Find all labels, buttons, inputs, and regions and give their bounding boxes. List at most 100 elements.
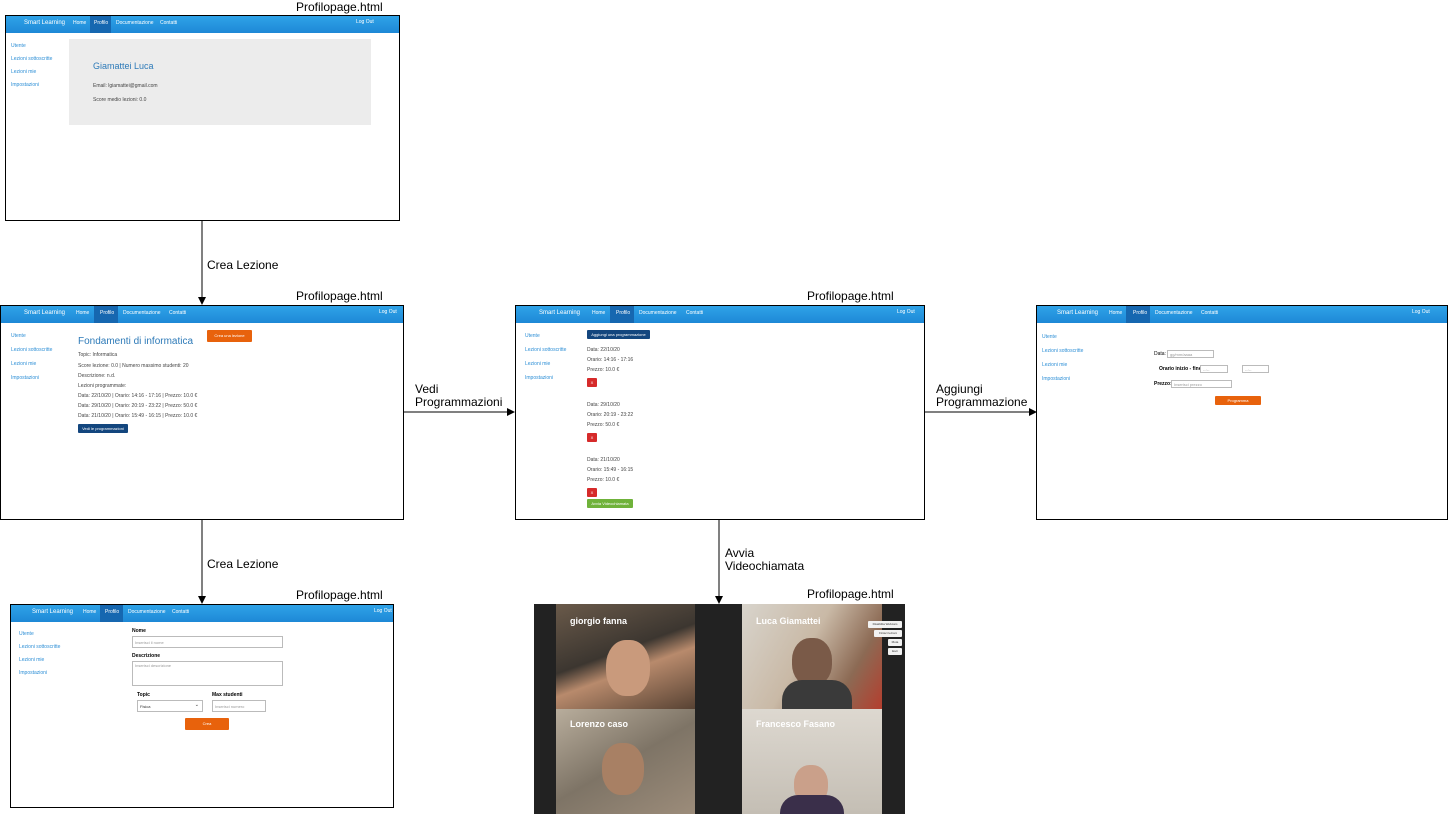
nav-docs[interactable]: Documentazione <box>116 20 154 27</box>
screen-add-schedule: Smart Learning Home Profilo Documentazio… <box>1036 305 1448 520</box>
nav-docs[interactable]: Documentazione <box>1155 310 1193 317</box>
price-input[interactable]: Inserisci prezzo <box>1171 380 1232 388</box>
nav-logout[interactable]: Log Out <box>374 608 392 615</box>
brand[interactable]: Smart Learning <box>24 310 65 317</box>
brand[interactable]: Smart Learning <box>1057 310 1098 317</box>
nome-input[interactable]: Inserisci il nome <box>132 636 283 648</box>
nav-profilo[interactable]: Profilo <box>1133 310 1147 317</box>
delete-schedule-button[interactable]: X <box>587 378 597 387</box>
sidebar-item-utente[interactable]: Utente <box>19 631 34 638</box>
nav-home[interactable]: Home <box>83 609 96 616</box>
nav-logout[interactable]: Log Out <box>379 309 397 316</box>
sidebar-item-lezioni-sottoscritte[interactable]: Lezioni sottoscritte <box>11 56 52 63</box>
sidebar-item-lezioni-sottoscritte[interactable]: Lezioni sottoscritte <box>525 347 566 354</box>
end-time-input[interactable]: --:-- <box>1242 365 1269 373</box>
submit-schedule-button[interactable]: Programma <box>1215 396 1261 405</box>
topic-select[interactable]: Fisica ⌄ <box>137 700 203 712</box>
nav-docs[interactable]: Documentazione <box>128 609 166 616</box>
sidebar-item-impostazioni[interactable]: Impostazioni <box>19 670 47 677</box>
nav-profilo[interactable]: Profilo <box>616 310 630 317</box>
participant-face <box>792 638 832 686</box>
nav-logout[interactable]: Log Out <box>356 19 374 26</box>
nome-label: Nome <box>132 628 146 634</box>
nav-contatti[interactable]: Contatti <box>1201 310 1218 317</box>
nav-contatti[interactable]: Contatti <box>686 310 703 317</box>
nav-logout[interactable]: Log Out <box>1412 309 1430 316</box>
delete-schedule-button[interactable]: X <box>587 433 597 442</box>
scheduled-heading: Lezioni programmate: <box>78 383 127 389</box>
mute-button[interactable]: Muta <box>888 639 902 646</box>
nav-contatti[interactable]: Contatti <box>160 20 177 27</box>
nav-contatti[interactable]: Contatti <box>172 609 189 616</box>
arrow-label: Aggiungi Programmazione <box>936 382 1028 409</box>
lesson-score: Score lezione: 0.0 | Numero massimo stud… <box>78 363 189 369</box>
disable-webcam-button[interactable]: Disabilita Webcam <box>868 621 902 628</box>
nav-profilo[interactable]: Profilo <box>94 20 108 27</box>
start-time-input[interactable]: --:-- <box>1200 365 1228 373</box>
lesson-title: Fondamenti di informatica <box>78 336 194 347</box>
sidebar-item-lezioni-sottoscritte[interactable]: Lezioni sottoscritte <box>11 347 52 354</box>
date-label: Data: <box>1154 351 1166 357</box>
topic-label: Topic <box>137 692 150 698</box>
delete-schedule-button[interactable]: X <box>587 488 597 497</box>
participant-body <box>782 680 852 709</box>
add-schedule-button[interactable]: Aggiungi una programmazione <box>587 330 650 339</box>
sidebar-item-lezioni-mie[interactable]: Lezioni mie <box>19 657 44 664</box>
brand[interactable]: Smart Learning <box>32 609 73 616</box>
sidebar-item-utente[interactable]: Utente <box>11 43 26 50</box>
sidebar-item-impostazioni[interactable]: Impostazioni <box>11 375 39 382</box>
nav-docs[interactable]: Documentazione <box>639 310 677 317</box>
max-students-input[interactable]: Inserisci numero <box>212 700 266 712</box>
screen-videocall: giorgio fanna Luca Giamattei Lorenzo cas… <box>534 604 905 814</box>
sidebar-item-lezioni-sottoscritte[interactable]: Lezioni sottoscritte <box>19 644 60 651</box>
arrow-label: Vedi Programmazioni <box>415 382 503 409</box>
exit-button[interactable]: Esci <box>888 648 902 655</box>
nav-home[interactable]: Home <box>73 20 86 27</box>
sidebar-item-lezioni-mie[interactable]: Lezioni mie <box>525 361 550 368</box>
nav-home[interactable]: Home <box>76 310 89 317</box>
sidebar-item-utente[interactable]: Utente <box>525 333 540 340</box>
sidebar-item-lezioni-sottoscritte[interactable]: Lezioni sottoscritte <box>1042 348 1083 355</box>
chevron-down-icon: ⌄ <box>194 702 199 708</box>
create-button[interactable]: Crea <box>185 718 229 730</box>
nav-contatti[interactable]: Contatti <box>169 310 186 317</box>
schedule-time: Orario: 15:49 - 16:15 <box>587 467 634 473</box>
brand[interactable]: Smart Learning <box>539 310 580 317</box>
arrow-label: Crea Lezione <box>207 557 279 571</box>
sidebar-item-impostazioni[interactable]: Impostazioni <box>525 375 553 382</box>
topic-value: Fisica <box>140 704 151 709</box>
sidebar-item-lezioni-mie[interactable]: Lezioni mie <box>11 361 36 368</box>
schedule-price: Prezzo: 10.0 € <box>587 367 620 373</box>
nav-profilo[interactable]: Profilo <box>105 609 119 616</box>
max-students-label: Max studenti <box>212 692 243 698</box>
participant-face <box>606 640 650 696</box>
participant-name: Lorenzo caso <box>570 719 629 729</box>
sidebar-item-lezioni-mie[interactable]: Lezioni mie <box>1042 362 1067 369</box>
create-lesson-button[interactable]: Crea una lezione <box>207 330 252 342</box>
profile-name: Giamattei Luca <box>93 61 154 71</box>
nav-profilo[interactable]: Profilo <box>100 310 114 317</box>
schedule-row: Data: 21/10/20 | Orario: 15:49 - 16:15 |… <box>78 413 198 419</box>
video-tile: giorgio fanna <box>556 604 695 709</box>
navbar: Smart Learning Home Profilo Documentazio… <box>6 16 399 33</box>
video-tile: Lorenzo caso <box>556 709 695 814</box>
sidebar-item-utente[interactable]: Utente <box>11 333 26 340</box>
sidebar-item-impostazioni[interactable]: Impostazioni <box>1042 376 1070 383</box>
sidebar-item-impostazioni[interactable]: Impostazioni <box>11 82 39 89</box>
nav-home[interactable]: Home <box>1109 310 1122 317</box>
screen-schedules: Smart Learning Home Profilo Documentazio… <box>515 305 925 520</box>
date-input[interactable]: gg/mm/aaaa <box>1167 350 1214 358</box>
sidebar-item-lezioni-mie[interactable]: Lezioni mie <box>11 69 36 76</box>
brand[interactable]: Smart Learning <box>24 20 65 27</box>
navbar: Smart Learning Home Profilo Documentazio… <box>516 306 924 323</box>
start-videocall-button[interactable]: Avvia Videochiamata <box>587 499 633 508</box>
nav-docs[interactable]: Documentazione <box>123 310 161 317</box>
arrow-label: Crea Lezione <box>207 258 279 272</box>
nav-home[interactable]: Home <box>592 310 605 317</box>
see-schedules-button[interactable]: Vedi le programmazioni <box>78 424 128 433</box>
sidebar-item-utente[interactable]: Utente <box>1042 334 1057 341</box>
descrizione-textarea[interactable]: Inserisci descrizione <box>132 661 283 686</box>
end-lesson-button[interactable]: Finisci lezioni <box>874 630 902 637</box>
schedule-date: Data: 21/10/20 <box>587 457 620 463</box>
nav-logout[interactable]: Log Out <box>897 309 915 316</box>
